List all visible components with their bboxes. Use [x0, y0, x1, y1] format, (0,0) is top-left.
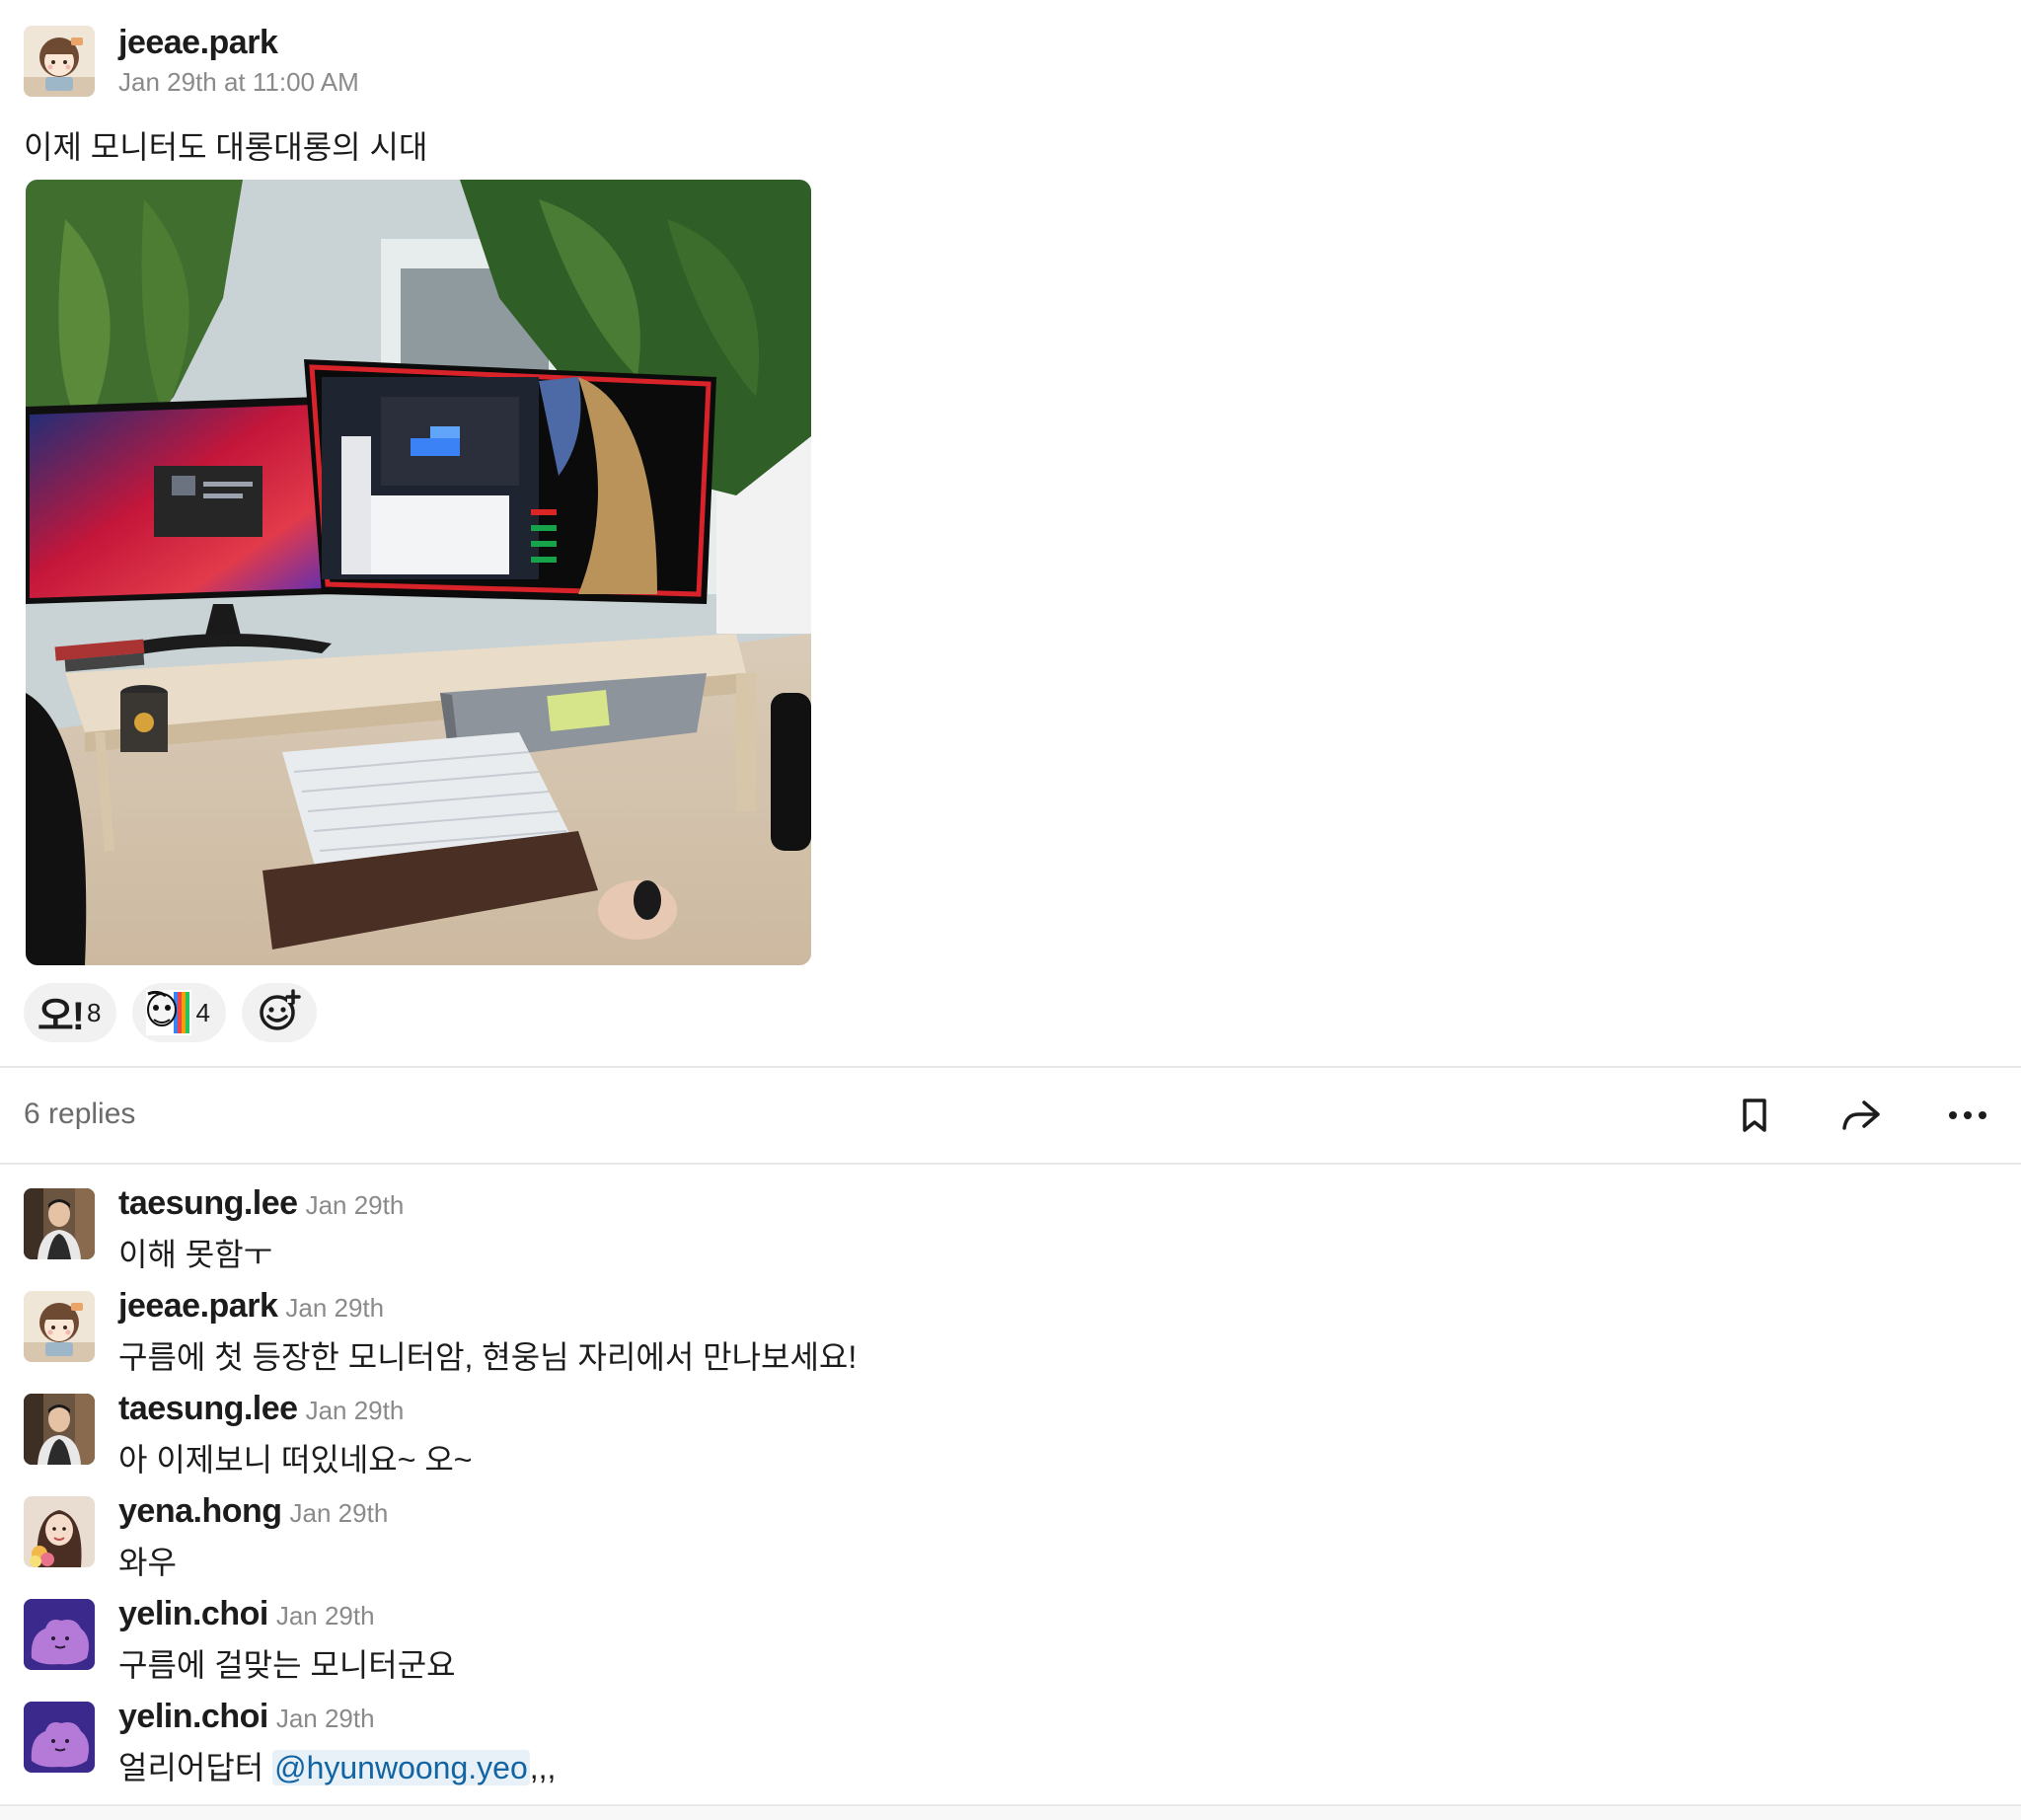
post-timestamp[interactable]: Jan 29th at 11:00 AM — [118, 67, 359, 98]
bottom-edge — [0, 1804, 2021, 1820]
post-author[interactable]: jeeae.park — [118, 24, 278, 62]
replies-count[interactable]: 6 replies — [24, 1098, 135, 1131]
share-icon[interactable] — [1837, 1092, 1885, 1139]
man-photo-avatar[interactable] — [24, 1188, 95, 1259]
reply-author-name[interactable]: yelin.choi — [118, 1595, 268, 1632]
reply-text: 구름에 첫 등장한 모니터암, 현웅님 자리에서 만나보세요! — [118, 1339, 858, 1375]
reply-timestamp[interactable]: Jan 29th — [290, 1498, 389, 1528]
desk-monitors-photo[interactable] — [26, 180, 811, 965]
reply-item: yelin.choi Jan 29th 얼리어답터 @hyunwoong.yeo,… — [0, 1698, 2021, 1804]
reply-timestamp[interactable]: Jan 29th — [306, 1190, 405, 1220]
reply-timestamp[interactable]: Jan 29th — [285, 1293, 384, 1323]
reply-text: 와우 — [118, 1545, 177, 1580]
reply-author[interactable]: taesung.lee Jan 29th — [118, 1390, 404, 1428]
reply-text: 구름에 걸맞는 모니터군요 — [118, 1647, 456, 1683]
reply-timestamp[interactable]: Jan 29th — [276, 1704, 375, 1733]
add-emoji-icon — [258, 988, 301, 1037]
reply-timestamp[interactable]: Jan 29th — [306, 1396, 405, 1425]
man-photo-avatar[interactable] — [24, 1394, 95, 1465]
o-exclaim-emoji: 오! — [37, 990, 85, 1038]
reply-author[interactable]: yelin.choi Jan 29th — [118, 1698, 375, 1736]
woman-photo-avatar[interactable] — [24, 1496, 95, 1567]
user-mention[interactable]: @hyunwoong.yeo — [272, 1750, 530, 1785]
reply-item: jeeae.park Jan 29th 구름에 첫 등장한 모니터암, 현웅님 자… — [0, 1287, 2021, 1394]
reactions-bar: 오! 8 4 — [24, 983, 317, 1042]
reaction-rainbow-face[interactable]: 4 — [132, 983, 226, 1042]
thread-bar: 6 replies — [0, 1068, 2021, 1163]
rainbow-face-emoji — [146, 990, 192, 1035]
reaction-count: 8 — [87, 997, 102, 1027]
divider-bottom — [0, 1163, 2021, 1165]
more-icon[interactable] — [1944, 1092, 1991, 1139]
reply-text: 얼리어답터 @hyunwoong.yeo,,, — [118, 1743, 556, 1788]
bookmark-icon[interactable] — [1731, 1092, 1778, 1139]
reply-author[interactable]: yena.hong Jan 29th — [118, 1492, 388, 1531]
reply-item: yena.hong Jan 29th 와우 — [0, 1492, 2021, 1599]
reply-item: yelin.choi Jan 29th 구름에 걸맞는 모니터군요 — [0, 1595, 2021, 1702]
reaction-o-exclaim[interactable]: 오! 8 — [24, 983, 117, 1042]
reply-author[interactable]: taesung.lee Jan 29th — [118, 1184, 404, 1223]
reply-text-after: ,,, — [529, 1750, 557, 1785]
reaction-count: 4 — [195, 997, 210, 1027]
reply-author-name[interactable]: taesung.lee — [118, 1184, 298, 1222]
reply-text: 아 이제보니 떠있네요~ 오~ — [118, 1442, 473, 1478]
reply-item: taesung.lee Jan 29th 이해 못함ㅜ — [0, 1184, 2021, 1291]
reply-author-name[interactable]: yelin.choi — [118, 1698, 268, 1735]
purple-blob-avatar[interactable] — [24, 1599, 95, 1670]
reply-author-name[interactable]: jeeae.park — [118, 1287, 278, 1325]
reply-author-name[interactable]: taesung.lee — [118, 1390, 298, 1427]
reply-text: 이해 못함ㅜ — [118, 1237, 273, 1272]
add-reaction-button[interactable] — [241, 983, 317, 1042]
reply-text-before: 얼리어답터 — [118, 1750, 273, 1785]
reply-author[interactable]: jeeae.park Jan 29th — [118, 1287, 384, 1326]
cartoon-girl-avatar[interactable] — [24, 1291, 95, 1362]
reply-author-name[interactable]: yena.hong — [118, 1492, 282, 1530]
reply-author[interactable]: yelin.choi Jan 29th — [118, 1595, 375, 1633]
cartoon-girl-avatar[interactable] — [24, 26, 95, 97]
reply-item: taesung.lee Jan 29th 아 이제보니 떠있네요~ 오~ — [0, 1390, 2021, 1496]
reaction-emoji-text: 오! — [37, 995, 85, 1038]
post-text: 이제 모니터도 대롱대롱의 시대 — [24, 129, 428, 165]
message-post: jeeae.park Jan 29th at 11:00 AM 이제 모니터도 … — [0, 0, 2021, 1066]
purple-blob-avatar[interactable] — [24, 1702, 95, 1773]
reply-timestamp[interactable]: Jan 29th — [276, 1601, 375, 1630]
